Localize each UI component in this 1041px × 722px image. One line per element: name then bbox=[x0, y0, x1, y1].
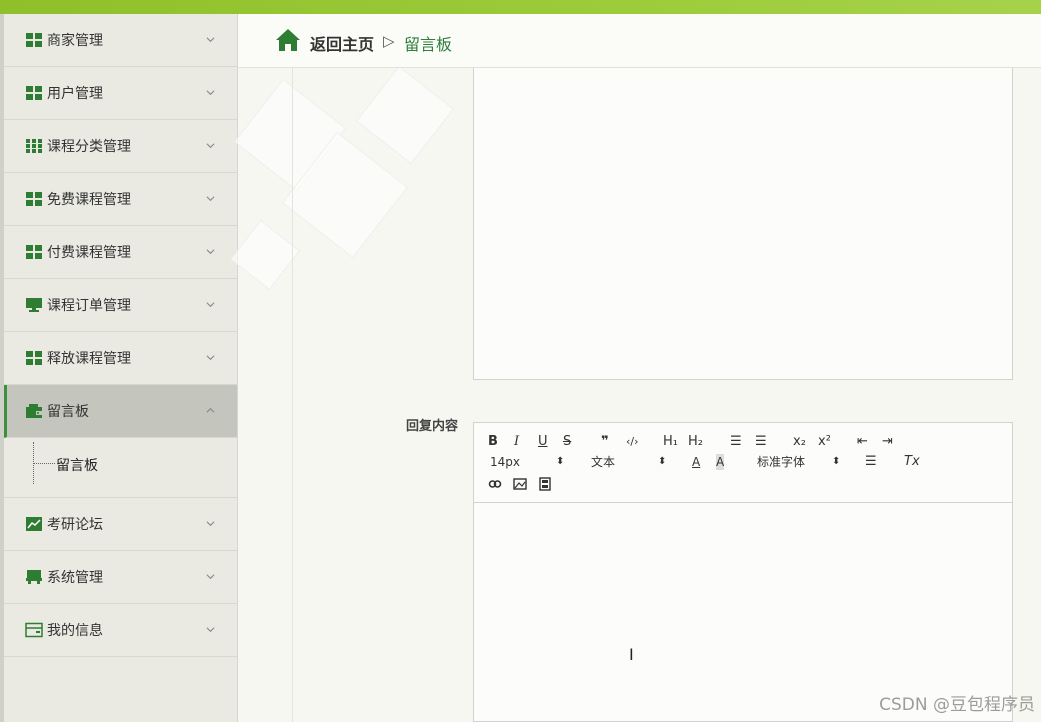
grid-icon bbox=[26, 86, 42, 100]
breadcrumb-separator: ▷ bbox=[383, 32, 395, 50]
content-divider bbox=[292, 68, 293, 722]
sidebar-item-forum[interactable]: 考研论坛 bbox=[4, 498, 237, 551]
sidebar: 商家管理 用户管理 课程分类管理 免费课程管理 付费课程管理 课程订单管理 释放… bbox=[4, 14, 238, 722]
chevron-down-icon bbox=[206, 249, 215, 255]
card-icon bbox=[25, 622, 43, 638]
font-family-caret-icon: ⬍ bbox=[832, 456, 841, 467]
font-family-select[interactable]: 标准字体 bbox=[757, 454, 805, 470]
grid-icon bbox=[26, 351, 42, 365]
chevron-down-icon bbox=[206, 574, 215, 580]
outdent-button[interactable]: ⇤ bbox=[857, 434, 868, 450]
top-banner bbox=[0, 0, 1041, 14]
wallet-icon bbox=[26, 404, 42, 418]
sidebar-item-system[interactable]: 系统管理 bbox=[4, 551, 237, 604]
sidebar-item-label: 考研论坛 bbox=[47, 517, 103, 533]
chevron-down-icon bbox=[206, 302, 215, 308]
sidebar-item-label: 免费课程管理 bbox=[47, 192, 131, 208]
chevron-up-icon bbox=[206, 407, 215, 413]
bold-button[interactable]: B bbox=[488, 434, 498, 450]
chevron-down-icon bbox=[206, 37, 215, 43]
sidebar-item-label: 课程订单管理 bbox=[47, 298, 131, 314]
sidebar-item-users[interactable]: 用户管理 bbox=[4, 67, 237, 120]
italic-button[interactable]: I bbox=[514, 434, 519, 450]
sidebar-item-free-course[interactable]: 免费课程管理 bbox=[4, 173, 237, 226]
sidebar-item-label: 我的信息 bbox=[47, 623, 103, 639]
sidebar-item-label: 留言板 bbox=[47, 404, 89, 420]
chart-icon bbox=[26, 517, 42, 531]
sidebar-item-label: 释放课程管理 bbox=[47, 351, 131, 367]
indent-button[interactable]: ⇥ bbox=[882, 434, 893, 450]
code-button[interactable]: ‹/› bbox=[626, 434, 639, 450]
sidebar-item-paid-course[interactable]: 付费课程管理 bbox=[4, 226, 237, 279]
sidebar-item-label: 用户管理 bbox=[47, 86, 103, 102]
grid-icon bbox=[26, 192, 42, 206]
store-icon bbox=[26, 570, 42, 584]
grid-icon bbox=[26, 245, 42, 259]
chevron-down-icon bbox=[206, 355, 215, 361]
bullet-list-button[interactable]: ☰ bbox=[755, 434, 767, 450]
sidebar-item-course-category[interactable]: 课程分类管理 bbox=[4, 120, 237, 173]
sidebar-item-course-orders[interactable]: 课程订单管理 bbox=[4, 279, 237, 332]
text-style-select[interactable]: 文本 bbox=[591, 454, 615, 470]
font-color-button[interactable]: A bbox=[692, 454, 700, 470]
tree-branch bbox=[33, 463, 55, 464]
underline-button[interactable]: U bbox=[538, 434, 548, 450]
align-button[interactable]: ☰ bbox=[865, 454, 877, 470]
monitor-icon bbox=[26, 298, 42, 312]
sidebar-item-label: 付费课程管理 bbox=[47, 245, 131, 261]
chevron-down-icon bbox=[206, 627, 215, 633]
image-icon[interactable] bbox=[513, 477, 527, 491]
sidebar-item-release-course[interactable]: 释放课程管理 bbox=[4, 332, 237, 385]
message-content-area[interactable] bbox=[473, 68, 1013, 380]
sidebar-item-my-info[interactable]: 我的信息 bbox=[4, 604, 237, 657]
font-size-caret-icon: ⬍ bbox=[556, 456, 565, 467]
ordered-list-button[interactable]: ☰ bbox=[730, 434, 742, 450]
font-size-select[interactable]: 14px bbox=[490, 454, 520, 470]
chevron-down-icon bbox=[206, 143, 215, 149]
home-icon[interactable] bbox=[275, 28, 301, 52]
grid-icon bbox=[26, 33, 42, 47]
breadcrumb-home-link[interactable]: 返回主页 bbox=[310, 31, 374, 55]
video-icon[interactable] bbox=[538, 477, 552, 491]
clear-format-button[interactable]: Tx bbox=[904, 454, 920, 470]
chevron-down-icon bbox=[206, 90, 215, 96]
watermark: CSDN @豆包程序员 bbox=[879, 695, 1035, 715]
decorative-shape bbox=[355, 65, 455, 165]
reply-rich-text-editor[interactable]: B I U S ❞ ‹/› H₁ H₂ ☰ ☰ x₂ x² ⇤ ⇥ 14px ⬍… bbox=[473, 422, 1013, 722]
subscript-button[interactable]: x₂ bbox=[793, 434, 806, 450]
text-cursor-icon: I bbox=[629, 645, 634, 664]
superscript-button[interactable]: x² bbox=[818, 434, 831, 450]
h1-button[interactable]: H₁ bbox=[663, 434, 678, 450]
sidebar-item-label: 系统管理 bbox=[47, 570, 103, 586]
text-style-caret-icon: ⬍ bbox=[658, 456, 667, 467]
link-icon[interactable] bbox=[488, 477, 502, 491]
sidebar-item-message-board[interactable]: 留言板 bbox=[4, 385, 237, 438]
breadcrumb-current: 留言板 bbox=[404, 35, 453, 54]
grid9-icon bbox=[26, 139, 42, 153]
sidebar-item-merchant[interactable]: 商家管理 bbox=[4, 14, 237, 67]
breadcrumb: 返回主页 ▷ 留言板 bbox=[238, 14, 1041, 68]
background-color-button[interactable]: A bbox=[716, 454, 725, 470]
quote-button[interactable]: ❞ bbox=[601, 434, 609, 450]
sidebar-item-label: 课程分类管理 bbox=[47, 139, 131, 155]
sidebar-item-label: 商家管理 bbox=[47, 33, 103, 49]
submenu-message-board: 留言板 bbox=[4, 438, 237, 498]
reply-content-label: 回复内容 bbox=[406, 419, 459, 434]
editor-toolbar: B I U S ❞ ‹/› H₁ H₂ ☰ ☰ x₂ x² ⇤ ⇥ 14px ⬍… bbox=[474, 423, 1012, 503]
h2-button[interactable]: H₂ bbox=[688, 434, 703, 450]
chevron-down-icon bbox=[206, 196, 215, 202]
chevron-down-icon bbox=[206, 521, 215, 527]
decorative-shape bbox=[229, 219, 301, 291]
submenu-item-message-board[interactable]: 留言板 bbox=[56, 455, 98, 475]
strike-button[interactable]: S bbox=[563, 434, 571, 450]
